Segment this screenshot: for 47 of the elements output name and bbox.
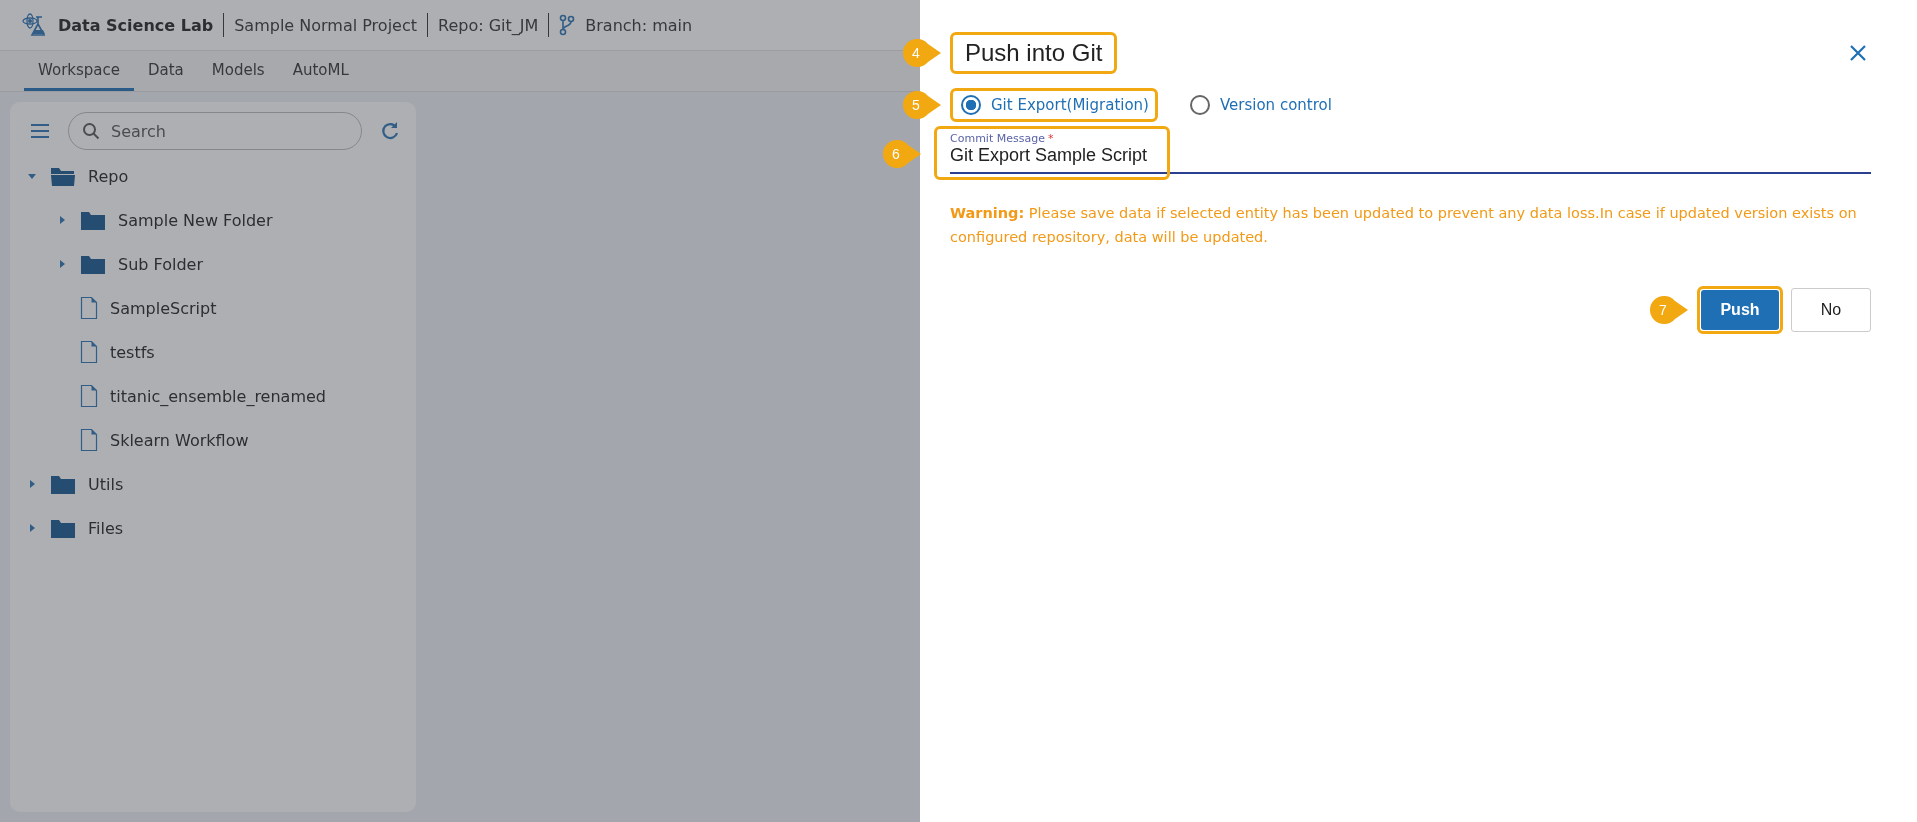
repo-name: Repo: Git_JM xyxy=(438,15,539,35)
tab[interactable]: AutoML xyxy=(278,51,363,91)
dialog-title: Push into Git xyxy=(964,38,1104,68)
radio-option[interactable]: Git Export(Migration) xyxy=(953,91,1155,119)
branch-icon xyxy=(559,14,576,37)
menu-icon xyxy=(30,123,50,139)
tab[interactable]: Workspace xyxy=(24,51,134,91)
commit-message-field[interactable]: Git Export Sample Script xyxy=(950,145,1170,166)
project-name: Sample Normal Project xyxy=(234,15,417,35)
search-field[interactable]: Search xyxy=(68,112,362,150)
folder-icon xyxy=(80,209,106,231)
callout-marker: 6 xyxy=(882,139,922,169)
folder-name[interactable]: Repo xyxy=(88,166,129,186)
file-icon xyxy=(80,384,98,408)
callout-marker: 7 xyxy=(1649,294,1689,325)
radio-button[interactable] xyxy=(1189,95,1210,115)
folder-icon xyxy=(80,253,106,275)
no-button[interactable]: No xyxy=(1791,287,1871,332)
tab[interactable]: Models xyxy=(197,51,279,91)
required-mark: * xyxy=(1047,132,1054,145)
callout-marker: 4 xyxy=(902,38,942,68)
close-icon xyxy=(1849,44,1867,62)
app-title: Data Science Lab xyxy=(58,15,214,35)
file-name[interactable]: Sklearn Workflow xyxy=(110,430,249,450)
folder-name[interactable]: Sample New Folder xyxy=(118,210,273,230)
tab[interactable]: Data xyxy=(134,51,198,91)
folder-icon xyxy=(50,517,76,539)
file-icon xyxy=(80,340,98,364)
field-label: Commit Message xyxy=(950,132,1045,145)
file-name[interactable]: testfs xyxy=(110,342,155,362)
file-icon xyxy=(80,296,98,320)
push-button[interactable]: Push xyxy=(1701,289,1779,330)
folder-icon xyxy=(50,165,76,187)
folder-name[interactable]: Files xyxy=(88,518,124,538)
refresh-icon xyxy=(380,121,400,141)
branch-name: Branch: main xyxy=(585,15,693,35)
file-name[interactable]: SampleScript xyxy=(110,298,217,318)
radio-button[interactable] xyxy=(961,95,981,115)
folder-icon xyxy=(50,473,76,495)
file-icon xyxy=(80,428,98,452)
folder-name[interactable]: Utils xyxy=(88,474,124,494)
folder-name[interactable]: Sub Folder xyxy=(118,254,203,274)
radio-option[interactable]: Version control xyxy=(1181,91,1338,119)
file-name[interactable]: titanic_ensemble_renamed xyxy=(110,386,326,406)
warning-message: Warning: Please save data if selected entity has been updated to prevent any data loss.In case if updated version exists on configured repository, data will be updated. xyxy=(950,204,1858,247)
search-icon xyxy=(82,122,100,140)
callout-marker: 5 xyxy=(902,90,942,120)
